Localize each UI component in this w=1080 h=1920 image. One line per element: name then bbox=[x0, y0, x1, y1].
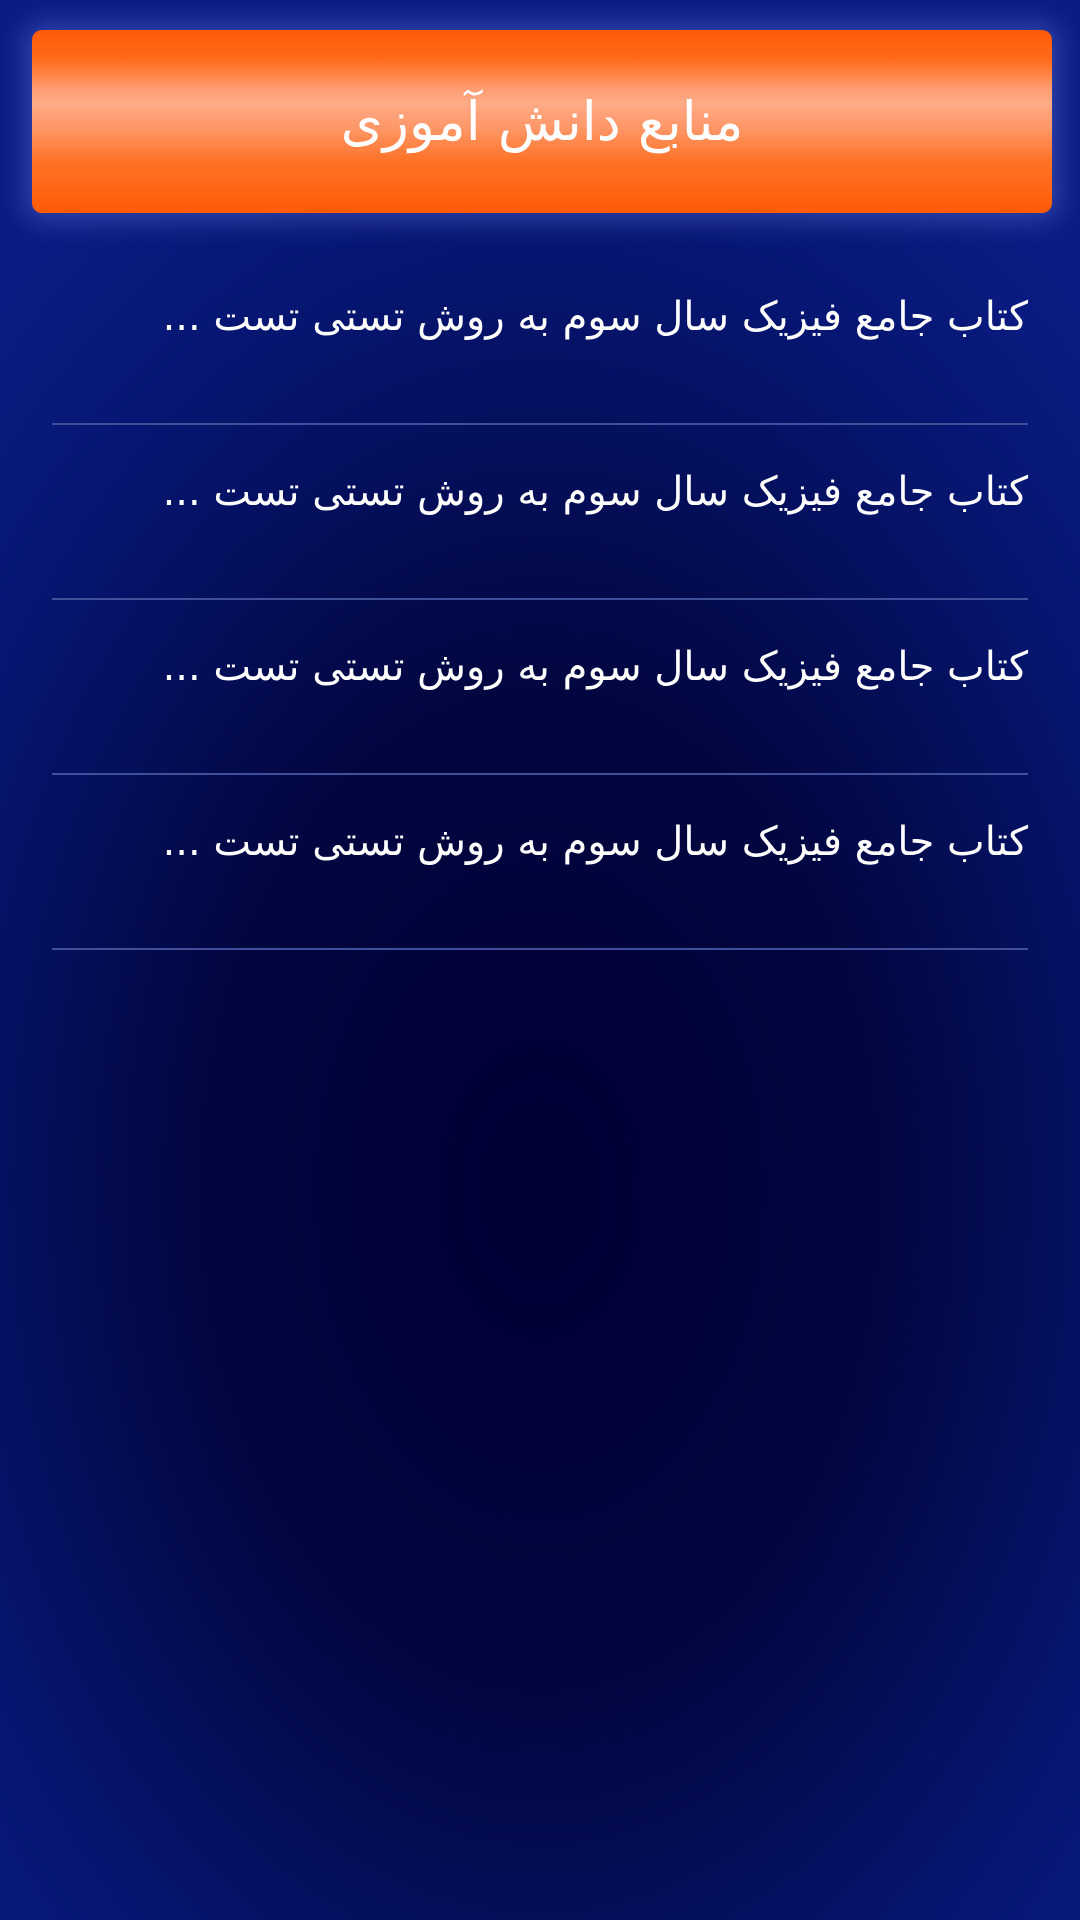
page-header: منابع دانش آموزی bbox=[32, 30, 1052, 213]
list-item[interactable]: کتاب جامع فیزیک سال سوم به روش تستی تست … bbox=[0, 775, 1080, 950]
list-item-title: کتاب جامع فیزیک سال سوم به روش تستی تست … bbox=[162, 469, 1028, 515]
list-item-title: کتاب جامع فیزیک سال سوم به روش تستی تست … bbox=[162, 644, 1028, 690]
divider bbox=[52, 948, 1028, 950]
list-item-title: کتاب جامع فیزیک سال سوم به روش تستی تست … bbox=[162, 819, 1028, 865]
page-title: منابع دانش آموزی bbox=[340, 90, 744, 153]
list-item[interactable]: کتاب جامع فیزیک سال سوم به روش تستی تست … bbox=[0, 600, 1080, 775]
list-item[interactable]: کتاب جامع فیزیک سال سوم به روش تستی تست … bbox=[0, 425, 1080, 600]
list-item-title: کتاب جامع فیزیک سال سوم به روش تستی تست … bbox=[162, 294, 1028, 340]
resource-list: کتاب جامع فیزیک سال سوم به روش تستی تست … bbox=[0, 250, 1080, 950]
list-item[interactable]: کتاب جامع فیزیک سال سوم به روش تستی تست … bbox=[0, 250, 1080, 425]
